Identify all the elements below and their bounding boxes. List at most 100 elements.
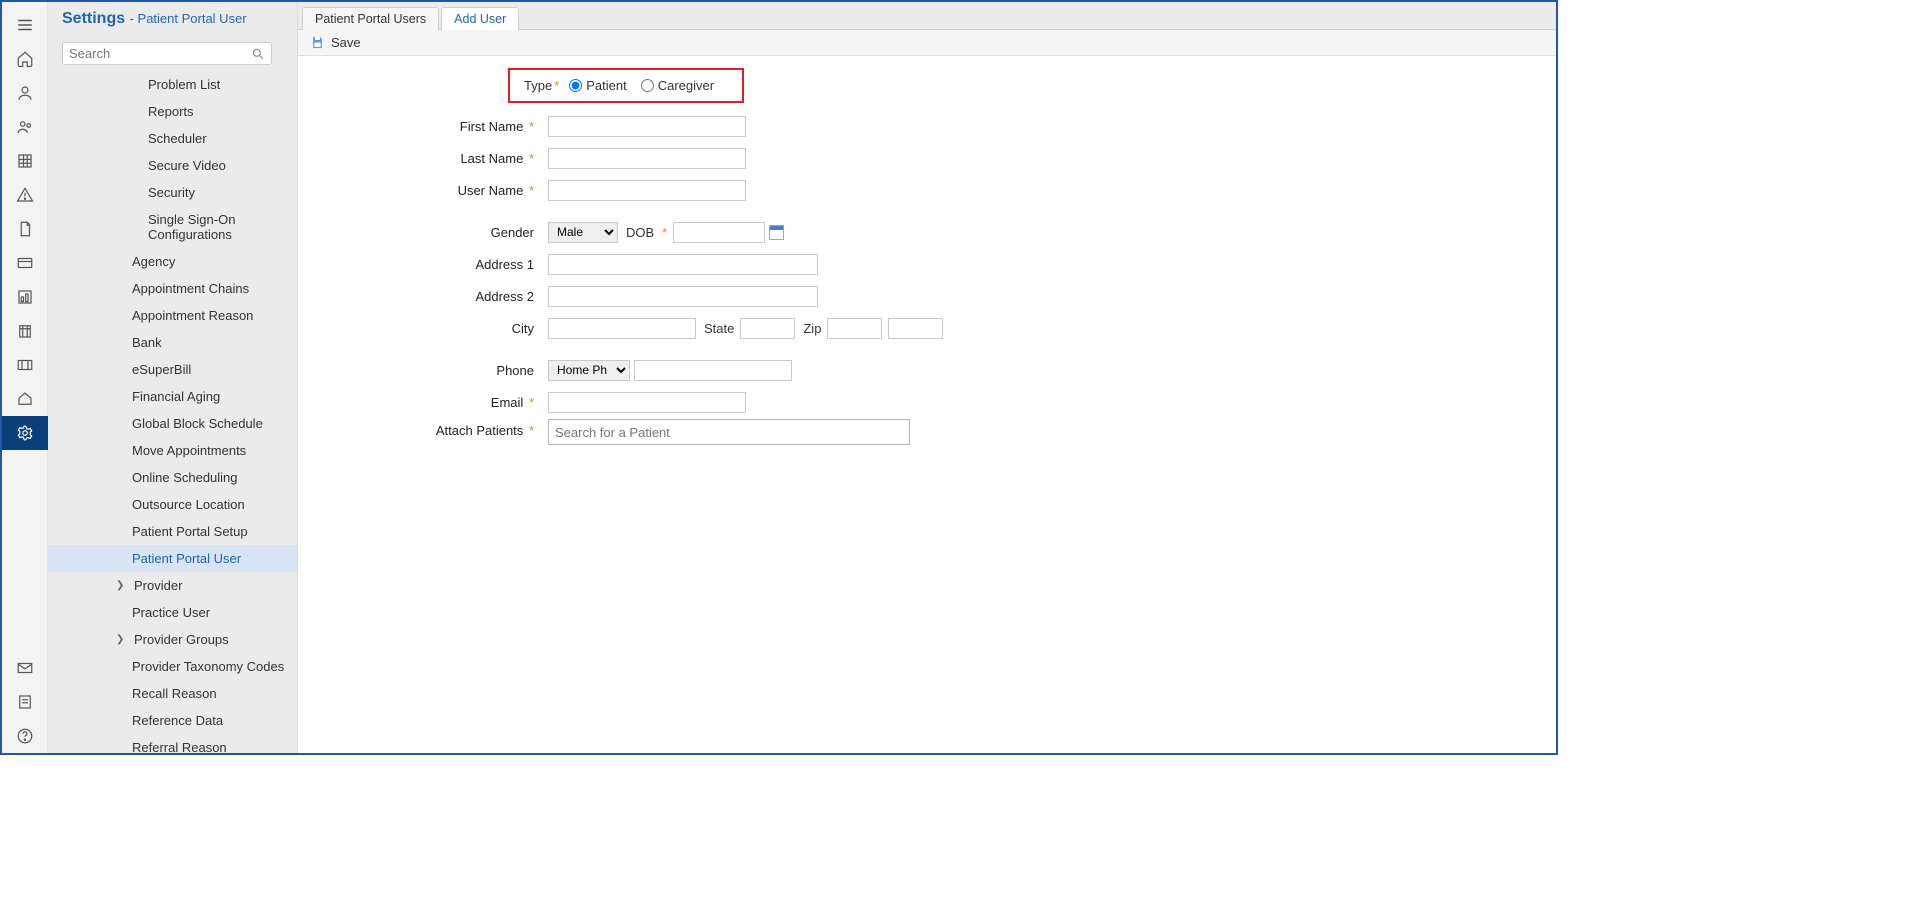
sidebar-item[interactable]: Move Appointments [48,437,297,464]
sidebar-item-label: eSuperBill [132,362,191,377]
sidebar-item[interactable]: Bank [48,329,297,356]
zip-input[interactable] [827,318,882,339]
gender-select[interactable]: MaleFemaleUnknown [548,222,618,243]
help-icon[interactable] [2,719,48,753]
radio-patient-input[interactable] [569,79,582,92]
sidebar-item[interactable]: Scheduler [48,125,297,152]
note-icon[interactable] [2,685,48,719]
gender-label: Gender [318,225,548,240]
attach-patient-search[interactable] [548,419,910,445]
sidebar-item[interactable]: Security [48,179,297,206]
sidebar-item[interactable]: ❯Provider Groups [48,626,297,653]
sidebar-search-input[interactable] [69,46,251,61]
sidebar-item[interactable]: Agency [48,248,297,275]
people-icon[interactable] [2,110,48,144]
city-input[interactable] [548,318,696,339]
type-label: Type* [524,78,559,93]
sidebar-item[interactable]: Problem List [48,71,297,98]
sidebar-item[interactable]: ❯Provider [48,572,297,599]
sidebar-item-label: Appointment Reason [132,308,253,323]
settings-icon[interactable] [2,416,48,450]
tab[interactable]: Add User [441,7,519,30]
radio-patient[interactable]: Patient [569,78,626,93]
chevron-right-icon: ❯ [116,580,128,591]
sidebar-item-label: Online Scheduling [132,470,238,485]
person-icon[interactable] [2,76,48,110]
sidebar-item[interactable]: Provider Taxonomy Codes [48,653,297,680]
sidebar-item[interactable]: Referral Reason [48,734,297,753]
sidebar-item[interactable]: Secure Video [48,152,297,179]
sidebar-item-label: Problem List [148,77,220,92]
sidebar-item[interactable]: Reports [48,98,297,125]
menu-icon[interactable] [2,8,48,42]
card-icon[interactable] [2,246,48,280]
form-area: Type* Patient Caregiver First Name * Las… [298,56,1556,753]
email-input[interactable] [548,392,746,413]
sidebar-item[interactable]: Appointment Reason [48,302,297,329]
phone-input[interactable] [634,360,792,381]
sidebar-item[interactable]: Single Sign-On Configurations [48,206,297,248]
radio-caregiver-input[interactable] [641,79,654,92]
sidebar-item[interactable]: Patient Portal Setup [48,518,297,545]
doc-icon[interactable] [2,212,48,246]
sidebar-item[interactable]: Global Block Schedule [48,410,297,437]
sidebar-item[interactable]: Online Scheduling [48,464,297,491]
address1-input[interactable] [548,254,818,275]
sidebar-item-label: Outsource Location [132,497,245,512]
building-icon[interactable] [2,314,48,348]
main-content: Patient Portal UsersAdd User Save Type* … [298,2,1556,753]
address2-input[interactable] [548,286,818,307]
chevron-right-icon: ❯ [116,634,128,645]
sidebar-item[interactable]: Reference Data [48,707,297,734]
sidebar-item-label: Patient Portal User [132,551,241,566]
sidebar-item-label: Patient Portal Setup [132,524,248,539]
last-name-input[interactable] [548,148,746,169]
mail-icon[interactable] [2,651,48,685]
house-icon[interactable] [2,382,48,416]
city-label: City [318,321,548,336]
type-highlight-box: Type* Patient Caregiver [508,68,744,103]
chart-icon[interactable] [2,280,48,314]
calendar-icon[interactable] [769,225,784,240]
first-name-label: First Name * [318,119,548,134]
sidebar-item-label: Recall Reason [132,686,217,701]
phone-type-select[interactable]: Home PhWork PhCell Ph [548,360,630,381]
sidebar-search[interactable] [62,42,272,65]
phone-label: Phone [318,363,548,378]
sidebar-item[interactable]: Recall Reason [48,680,297,707]
state-input[interactable] [740,318,795,339]
sidebar-item[interactable]: Practice User [48,599,297,626]
zip-ext-input[interactable] [888,318,943,339]
sidebar-item[interactable]: Outsource Location [48,491,297,518]
attach-patient-input[interactable] [555,425,903,440]
sidebar-item[interactable]: eSuperBill [48,356,297,383]
tab[interactable]: Patient Portal Users [302,7,439,30]
settings-title: Settings - Patient Portal User [48,2,297,36]
save-button[interactable]: Save [310,35,361,50]
sidebar-item-label: Security [148,185,195,200]
user-name-input[interactable] [548,180,746,201]
sidebar-item-label: Global Block Schedule [132,416,263,431]
alert-icon[interactable] [2,178,48,212]
first-name-input[interactable] [548,116,746,137]
grid-icon[interactable] [2,144,48,178]
email-label: Email * [318,395,548,410]
save-label: Save [331,35,361,50]
dob-input[interactable] [673,222,765,243]
sidebar-item[interactable]: Financial Aging [48,383,297,410]
user-name-label: User Name * [318,183,548,198]
sidebar-nav[interactable]: Problem List ReportsSchedulerSecure Video… [48,71,297,753]
sidebar-item-label: Bank [132,335,162,350]
sidebar-item-label: Single Sign-On Configurations [148,212,287,242]
radio-caregiver[interactable]: Caregiver [641,78,714,93]
sidebar-item-label: Financial Aging [132,389,220,404]
film-icon[interactable] [2,348,48,382]
address1-label: Address 1 [318,257,548,272]
settings-sidebar: Settings - Patient Portal User Problem L… [48,2,298,753]
sidebar-item-label: Reference Data [132,713,223,728]
attach-label: Attach Patients * [318,419,548,438]
sidebar-item[interactable]: Patient Portal User [48,545,297,572]
home-icon[interactable] [2,42,48,76]
sidebar-item[interactable]: Appointment Chains [48,275,297,302]
save-icon [310,35,325,50]
